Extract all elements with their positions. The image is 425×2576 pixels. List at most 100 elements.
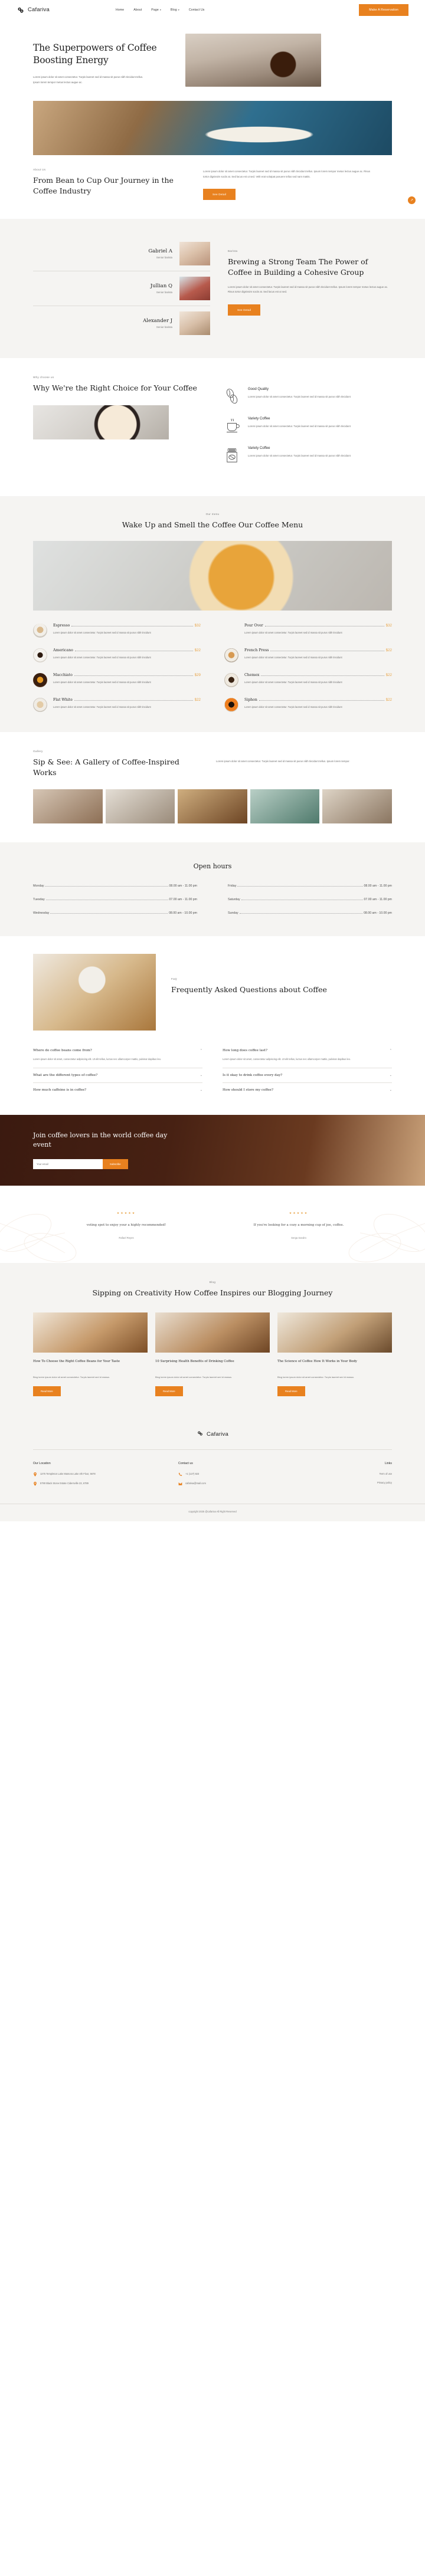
nav-item-page[interactable]: Page ▾: [151, 8, 161, 12]
team-member-row[interactable]: Alexander J Senior barista: [33, 306, 210, 340]
faq-item[interactable]: How should I store my coffee? ⌄: [223, 1083, 392, 1097]
location-pin-icon: [33, 1481, 37, 1486]
team-eyebrow: Barista: [228, 250, 238, 253]
open-hours-section: Open hours Monday 08.00 am - 11.00 pm Fri…: [0, 842, 425, 937]
email-input[interactable]: [33, 1159, 103, 1170]
footer-list-item[interactable]: +1 (127) 823: [178, 1472, 273, 1476]
nav-item-blog[interactable]: Blog ▾: [171, 8, 179, 12]
make-a-reservation-button[interactable]: Make A Reservation: [359, 4, 408, 16]
gallery-image-4[interactable]: [250, 789, 320, 824]
testimonial-card: ★★★★★ voting spot to enjoy your a highly…: [58, 1212, 195, 1240]
nav-item-home[interactable]: Home: [116, 8, 124, 12]
menu-item-desc: Lorem ipsum dolor sit amet consectetur. …: [53, 631, 151, 634]
menu-item[interactable]: Pour Over $32 Lorem ipsum dolor sit amet …: [224, 624, 392, 638]
menu-item[interactable]: Siphon $22 Lorem ipsum dolor sit amet con…: [224, 697, 392, 712]
chevron-up-icon[interactable]: ⌃: [200, 1049, 202, 1052]
blog-post-title: How To Choose the Right Coffee Beans for…: [33, 1359, 120, 1363]
about-heading: From Bean to Cup Our Journey in the Coff…: [33, 176, 174, 195]
dotted-leader: [261, 675, 384, 676]
faq-item[interactable]: Is it okay to drink coffee every day? ⌄: [223, 1068, 392, 1083]
footer-brand[interactable]: Cafariva: [33, 1429, 392, 1450]
hero-paragraph: Lorem ipsum dolor sit amet consectetur. …: [33, 76, 143, 84]
faq-item[interactable]: How long does coffee last? ⌃ Lorem ipsum …: [223, 1043, 392, 1068]
menu-item[interactable]: Espresso $32 Lorem ipsum dolor sit amet c…: [33, 623, 201, 638]
blog-read-more-button[interactable]: Read More: [277, 1386, 305, 1396]
blog-post-grid: How To Choose the Right Coffee Beans for…: [33, 1312, 392, 1396]
blog-read-more-button[interactable]: Read More: [33, 1386, 61, 1396]
team-member-name: Jullian Q: [150, 283, 172, 290]
menu-item-price: $22: [385, 648, 392, 652]
team-member-row[interactable]: Jullian Q Senior barista: [33, 271, 210, 306]
gallery-image-5[interactable]: [322, 789, 392, 824]
gallery-paragraph: Lorem ipsum dolor sit amet consectetur. …: [216, 759, 350, 763]
hero-section: The Superpowers of Coffee Boosting Energ…: [0, 19, 425, 97]
chevron-up-icon[interactable]: ⌃: [390, 1049, 392, 1052]
chevron-down-icon[interactable]: ⌄: [200, 1088, 202, 1092]
blog-heading: Sipping on Creativity How Coffee Inspire…: [92, 1288, 333, 1298]
gallery-heading: Sip & See: A Gallery of Coffee-Inspired …: [33, 757, 179, 777]
blog-read-more-button[interactable]: Read More: [155, 1386, 183, 1396]
rating-stars: ★★★★★: [116, 1211, 136, 1215]
flat-white-cup-icon: [33, 697, 47, 712]
menu-items-grid: Espresso $32 Lorem ipsum dolor sit amet c…: [33, 623, 392, 712]
newsletter-cta-banner: Join coffee lovers in the world coffee d…: [0, 1114, 425, 1186]
chevron-down-icon[interactable]: ⌄: [200, 1074, 202, 1077]
menu-item[interactable]: Americano $22 Lorem ipsum dolor sit amet …: [33, 648, 201, 662]
footer-list-item[interactable]: cafariva@mail.com: [178, 1481, 273, 1486]
chevron-down-icon[interactable]: ⌄: [390, 1088, 392, 1092]
gallery-image-2[interactable]: [105, 789, 175, 824]
footer-link-privacy-policy[interactable]: Privacy policy: [321, 1481, 392, 1485]
menu-item-price: $22: [385, 697, 392, 702]
why-eyebrow: Why choose us: [33, 376, 54, 379]
faq-question: How much caffeine is in coffee?: [33, 1088, 87, 1092]
blog-post-card[interactable]: The Science of Coffee How It Works in Yo…: [277, 1312, 392, 1396]
hours-day: Saturday: [228, 898, 240, 902]
chevron-down-icon[interactable]: ⌄: [390, 1074, 392, 1077]
menu-item-desc: Lorem ipsum dolor sit amet consectetur. …: [244, 705, 342, 708]
menu-eyebrow: Our menu: [205, 513, 220, 516]
feature-item-variety-coffee-cup: Variety Coffee Lorem ipsum dolor sit ame…: [223, 417, 392, 435]
team-see-detail-button[interactable]: See Detail: [228, 304, 261, 316]
menu-hero-image: [33, 540, 392, 611]
team-member-row[interactable]: Gabriel A Senior barista: [33, 237, 210, 271]
blog-post-card[interactable]: How To Choose the Right Coffee Beans for…: [33, 1312, 148, 1396]
cta-heading: Join coffee lovers in the world coffee d…: [33, 1131, 168, 1149]
arrow-up-right-icon[interactable]: ↗: [408, 196, 416, 204]
faq-answer: Lorem ipsum dolor sit amet, consectetur …: [33, 1058, 162, 1061]
footer-list-item[interactable]: 5790 Black Stone Estate Cidersville 23, …: [33, 1481, 151, 1486]
brand-logo[interactable]: Cafariva: [17, 6, 50, 14]
about-see-detail-button[interactable]: See Detail: [203, 189, 236, 201]
blog-post-desc: Blog lorem ipsum dolor sit amet consecte…: [277, 1375, 354, 1379]
menu-item[interactable]: Flat White $22 Lorem ipsum dolor sit amet…: [33, 697, 201, 712]
faq-question: Is it okay to drink coffee every day?: [223, 1073, 283, 1077]
nav-item-about[interactable]: About: [133, 8, 142, 12]
why-image: [33, 405, 169, 439]
footer-link-term-of-use[interactable]: Term of use: [321, 1472, 392, 1476]
menu-item-desc: Lorem ipsum dolor sit amet consectetur. …: [244, 631, 342, 634]
menu-item[interactable]: French Press $22 Lorem ipsum dolor sit am…: [224, 648, 392, 662]
footer-list-item[interactable]: 1275 Templeton Lake Mamora Lake 4th Floo…: [33, 1472, 151, 1476]
menu-item-price: $22: [194, 648, 201, 652]
menu-item[interactable]: Chemex $22 Lorem ipsum dolor sit amet con…: [224, 672, 392, 687]
faq-item[interactable]: How much caffeine is in coffee? ⌄: [33, 1083, 202, 1097]
menu-item[interactable]: Macchiato $29 Lorem ipsum dolor sit amet …: [33, 672, 201, 687]
blog-post-image: [155, 1312, 270, 1353]
footer-item-text: +1 (127) 823: [185, 1472, 200, 1475]
faq-item[interactable]: What are the different types of coffee? ⌄: [33, 1068, 202, 1083]
feature-title: Variety Coffee: [248, 447, 270, 451]
testimonial-author: Serga Sandro: [291, 1236, 306, 1240]
dotted-leader: [74, 675, 193, 676]
feature-desc: Lorem ipsum dolor sit amet consectetur. …: [248, 425, 351, 428]
team-member-list: Gabriel A Senior barista Jullian Q Senio…: [33, 237, 210, 340]
menu-heading: Wake Up and Smell the Coffee Our Coffee …: [122, 520, 303, 530]
team-member-role: Senior barista: [156, 326, 172, 329]
menu-item-name: Flat White: [53, 697, 73, 702]
faq-item[interactable]: Where do coffee beans come from? ⌃ Lorem …: [33, 1043, 202, 1068]
gallery-image-3[interactable]: [178, 789, 247, 824]
subscribe-button[interactable]: Subscribe: [103, 1159, 128, 1170]
blog-post-title: 10 Surprising Health Benefits of Drinkin…: [155, 1359, 234, 1363]
blog-post-card[interactable]: 10 Surprising Health Benefits of Drinkin…: [155, 1312, 270, 1396]
nav-item-contact-us[interactable]: Contact Us: [189, 8, 205, 12]
gallery-image-1[interactable]: [33, 789, 103, 824]
testimonial-author: Rafael Reyes: [119, 1236, 134, 1240]
